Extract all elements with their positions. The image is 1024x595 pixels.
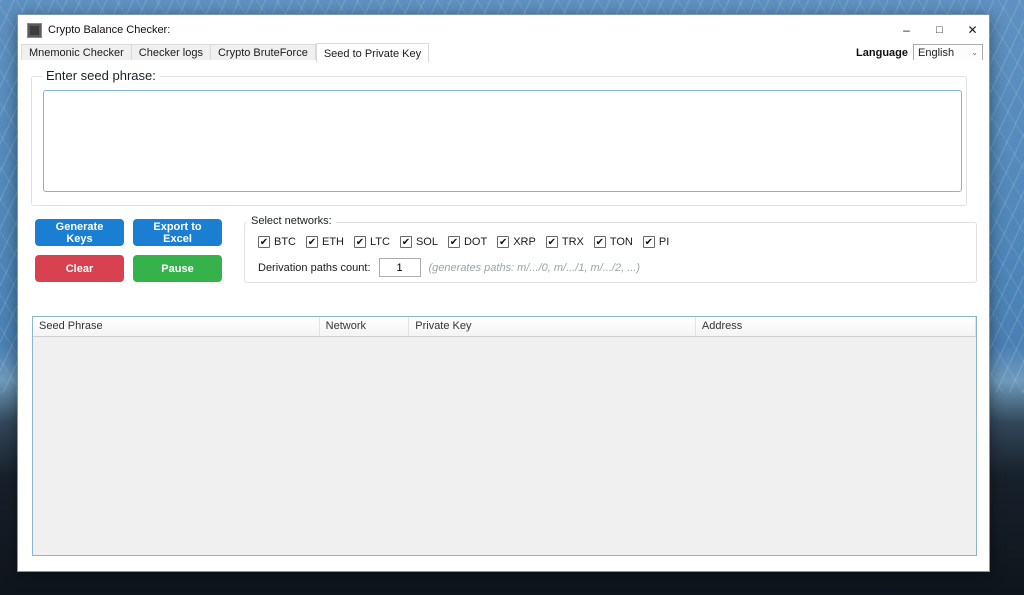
seed-phrase-input[interactable]	[43, 90, 962, 192]
checkbox-checked-icon: ✔	[354, 236, 366, 248]
chevron-down-icon: ⌄	[971, 49, 978, 57]
column-header-private-key[interactable]: Private Key	[409, 317, 696, 336]
network-checkbox-ltc[interactable]: ✔ LTC	[354, 236, 390, 248]
title-bar[interactable]: Crypto Balance Checker: – □ ✕	[18, 15, 989, 43]
network-checkbox-trx[interactable]: ✔ TRX	[546, 236, 584, 248]
network-checkbox-eth[interactable]: ✔ ETH	[306, 236, 344, 248]
derivation-paths-hint: (generates paths: m/.../0, m/.../1, m/..…	[429, 262, 641, 274]
derivation-paths-count-input[interactable]	[379, 258, 421, 277]
generate-keys-button[interactable]: Generate Keys	[35, 219, 124, 246]
column-header-network[interactable]: Network	[320, 317, 410, 336]
tab-page-seed-to-private-key: Enter seed phrase: Generate Keys Export …	[18, 60, 989, 571]
checkbox-label: TRX	[562, 236, 584, 248]
export-to-excel-button[interactable]: Export to Excel	[133, 219, 222, 246]
pause-button[interactable]: Pause	[133, 255, 222, 282]
network-checkbox-pi[interactable]: ✔ PI	[643, 236, 669, 248]
checkbox-checked-icon: ✔	[306, 236, 318, 248]
language-selected-value: English	[918, 47, 971, 59]
network-checkbox-sol[interactable]: ✔ SOL	[400, 236, 438, 248]
checkbox-label: LTC	[370, 236, 390, 248]
language-selector: Language English ⌄	[856, 44, 983, 61]
checkbox-checked-icon: ✔	[400, 236, 412, 248]
table-body[interactable]	[33, 336, 976, 555]
app-window: Crypto Balance Checker: – □ ✕ Mnemonic C…	[17, 14, 990, 572]
checkbox-checked-icon: ✔	[546, 236, 558, 248]
minimize-button[interactable]: –	[890, 17, 923, 43]
column-header-seed-phrase[interactable]: Seed Phrase	[33, 317, 320, 336]
checkbox-label: BTC	[274, 236, 296, 248]
column-header-address[interactable]: Address	[696, 317, 976, 336]
network-checkbox-btc[interactable]: ✔ BTC	[258, 236, 296, 248]
clear-button[interactable]: Clear	[35, 255, 124, 282]
network-checkbox-dot[interactable]: ✔ DOT	[448, 236, 487, 248]
checkbox-label: ETH	[322, 236, 344, 248]
checkbox-label: PI	[659, 236, 669, 248]
select-networks-group-label: Select networks:	[247, 215, 336, 227]
close-button[interactable]: ✕	[956, 17, 989, 43]
checkbox-checked-icon: ✔	[497, 236, 509, 248]
checkbox-checked-icon: ✔	[258, 236, 270, 248]
network-options: ✔ BTC ✔ ETH ✔ LTC ✔ SOL ✔ DOT ✔ XRP ✔ TRX ✔ TON ✔ PI	[258, 236, 669, 248]
tab-seed-to-private-key[interactable]: Seed to Private Key	[316, 43, 429, 63]
derivation-paths-row: Derivation paths count: (generates paths…	[258, 258, 640, 277]
checkbox-checked-icon: ✔	[643, 236, 655, 248]
checkbox-checked-icon: ✔	[448, 236, 460, 248]
checkbox-label: SOL	[416, 236, 438, 248]
language-label: Language	[856, 47, 908, 59]
app-icon	[27, 23, 42, 38]
seed-phrase-group-label: Enter seed phrase:	[42, 68, 160, 83]
maximize-button[interactable]: □	[923, 17, 956, 43]
checkbox-checked-icon: ✔	[594, 236, 606, 248]
checkbox-label: DOT	[464, 236, 487, 248]
window-controls: – □ ✕	[890, 17, 989, 43]
network-checkbox-xrp[interactable]: ✔ XRP	[497, 236, 536, 248]
network-checkbox-ton[interactable]: ✔ TON	[594, 236, 633, 248]
derivation-paths-label: Derivation paths count:	[258, 262, 371, 274]
results-table[interactable]: Seed PhraseNetworkPrivate KeyAddress	[32, 316, 977, 556]
language-dropdown[interactable]: English ⌄	[913, 44, 983, 61]
table-header: Seed PhraseNetworkPrivate KeyAddress	[33, 317, 976, 337]
checkbox-label: TON	[610, 236, 633, 248]
window-title: Crypto Balance Checker:	[48, 24, 170, 36]
checkbox-label: XRP	[513, 236, 536, 248]
